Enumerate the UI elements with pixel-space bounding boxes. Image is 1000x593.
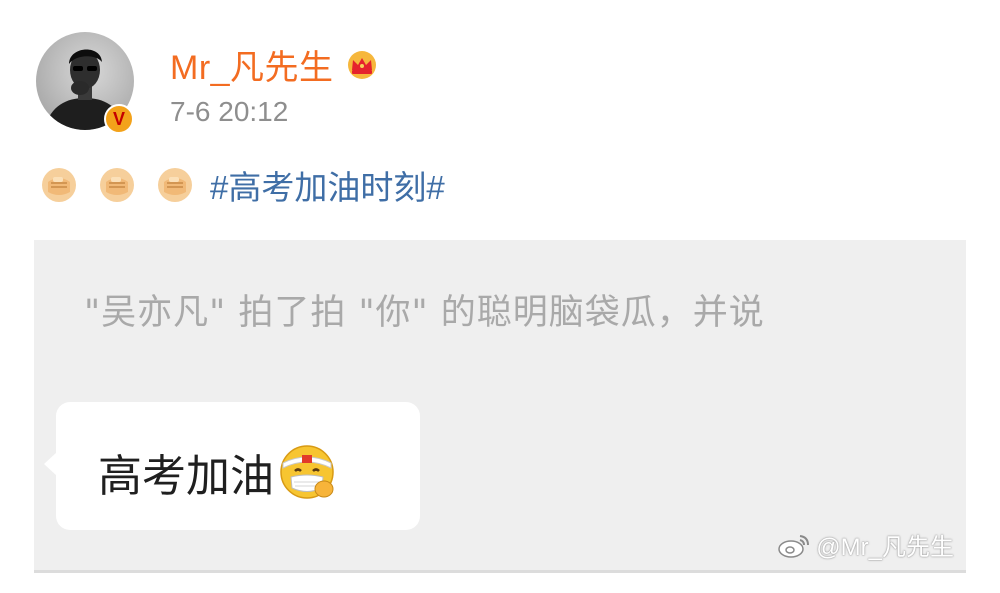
divider	[34, 570, 966, 573]
verified-v-icon: V	[112, 108, 125, 129]
crown-icon[interactable]	[344, 50, 380, 80]
weibo-logo-icon	[778, 534, 810, 558]
chat-bubble: 高考加油	[44, 402, 420, 530]
weibo-post: V Mr_凡先生 7-6 20:12 #高考加油时刻# "吴亦凡" 拍了拍 "你…	[0, 0, 1000, 593]
weibo-watermark: @Mr_凡先生	[776, 527, 954, 562]
bubble-tail	[44, 452, 57, 476]
verified-badge: V	[104, 104, 134, 134]
fist-bump-emoji	[42, 168, 76, 202]
author-name-row[interactable]: Mr_凡先生	[170, 40, 380, 89]
hashtag-link[interactable]: #高考加油时刻#	[210, 161, 445, 209]
author-name[interactable]: Mr_凡先生	[170, 40, 334, 89]
fist-bump-emoji	[158, 168, 192, 202]
watermark-text: @Mr_凡先生	[816, 534, 954, 561]
chat-bubble-text: 高考加油	[98, 451, 274, 502]
fist-bump-emoji	[100, 168, 134, 202]
mask-headband-face-emoji	[280, 445, 334, 499]
chat-bubble-content: 高考加油	[98, 440, 336, 504]
pat-message: "吴亦凡" 拍了拍 "你" 的聪明脑袋瓜，并说	[84, 293, 765, 333]
post-content: #高考加油时刻#	[40, 160, 445, 210]
post-timestamp: 7-6 20:12	[170, 96, 289, 127]
embedded-image[interactable]: "吴亦凡" 拍了拍 "你" 的聪明脑袋瓜，并说 高考加油 @Mr_凡先生	[34, 240, 966, 570]
